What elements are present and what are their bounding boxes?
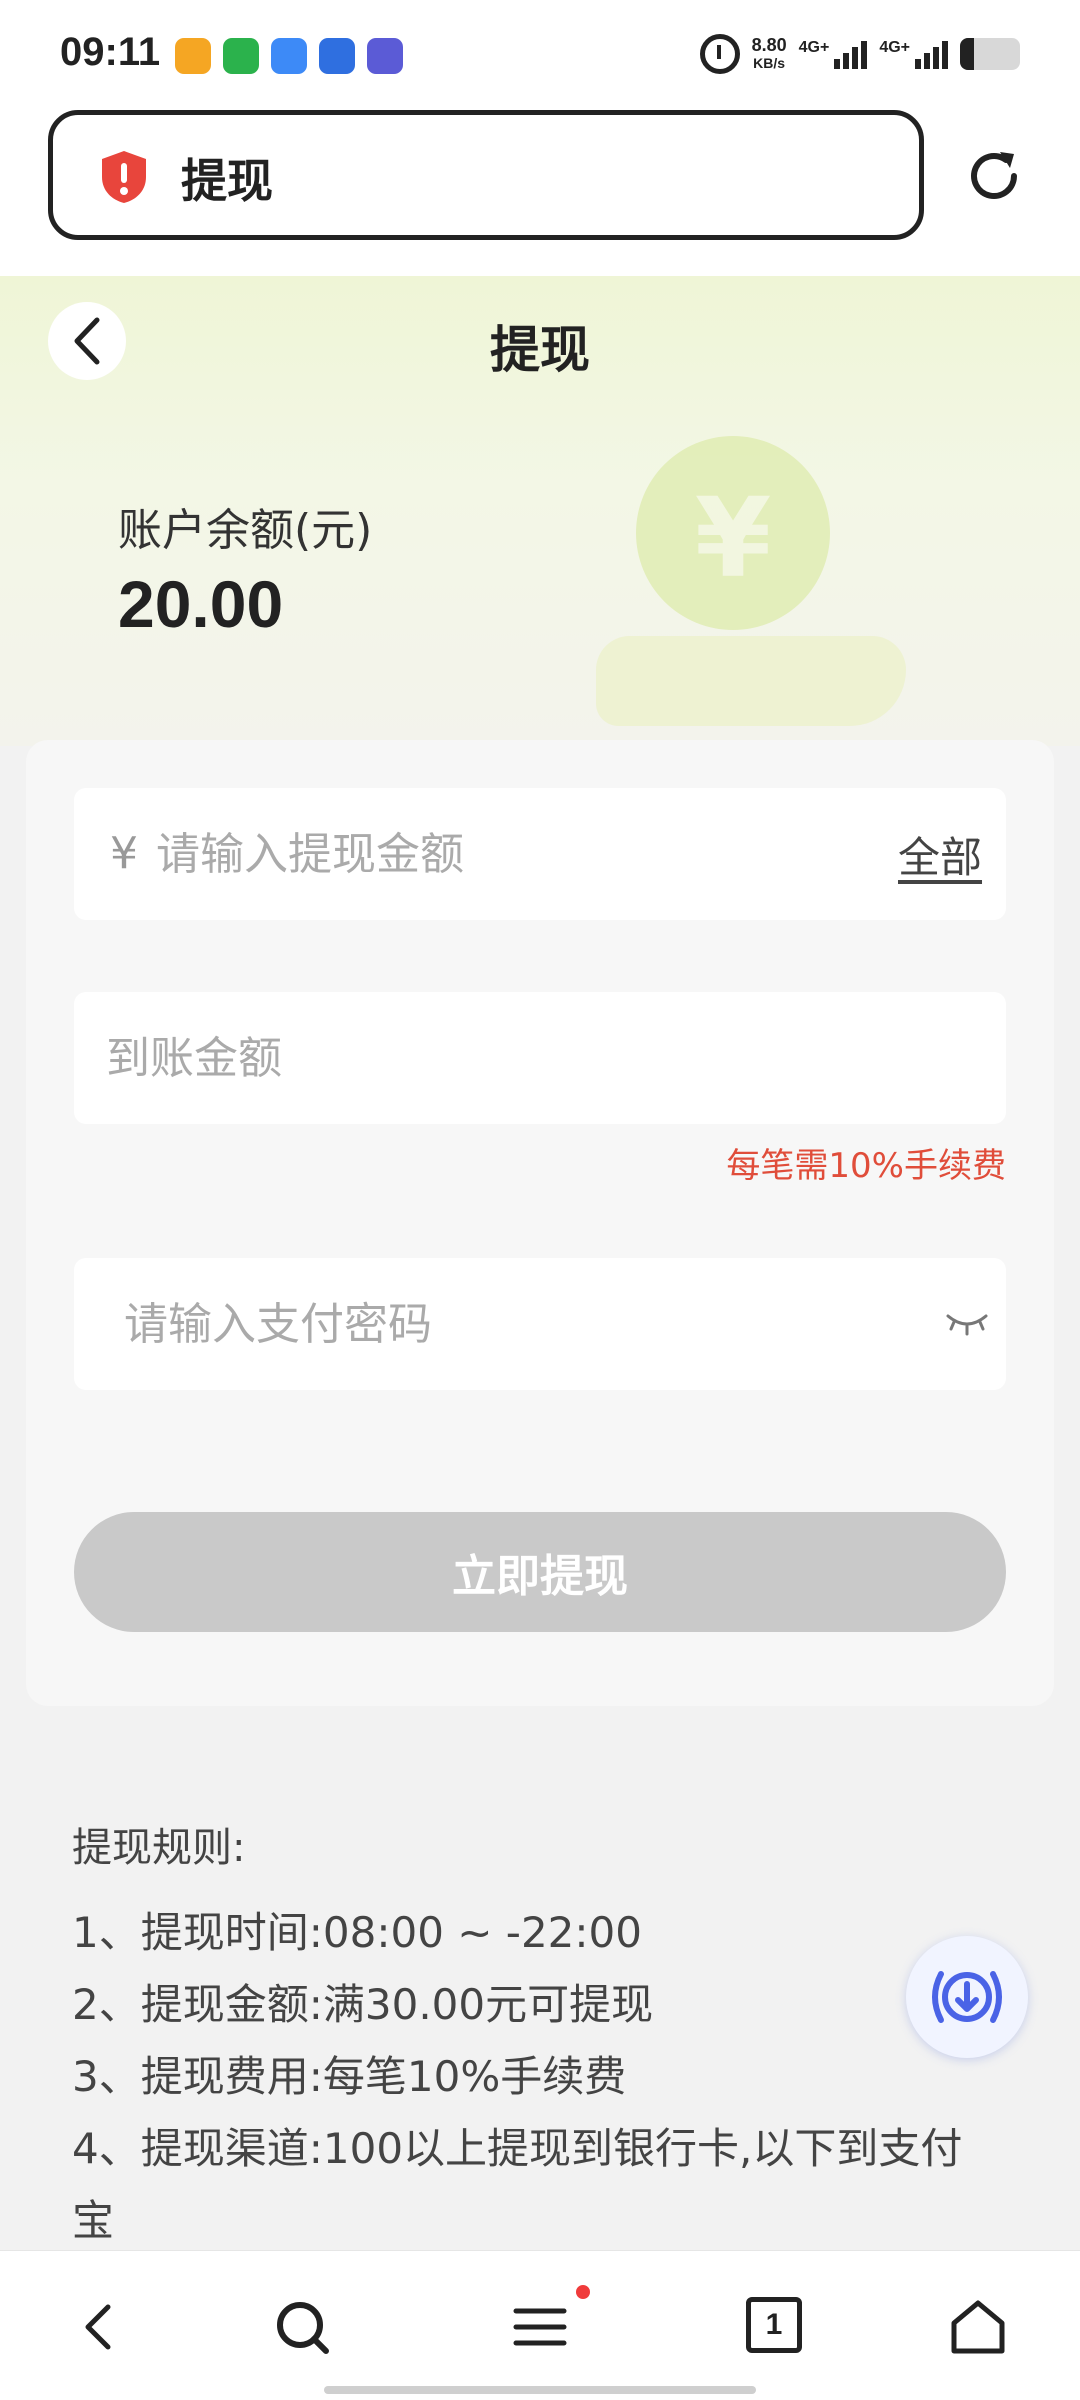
notification-app-icon — [319, 38, 355, 74]
balance-label: 账户余额(元) — [118, 505, 373, 556]
home-icon[interactable] — [948, 2297, 1008, 2357]
received-amount-input[interactable] — [106, 992, 966, 1124]
rule-item: 1、提现时间:08:00 ~ -22:00 — [72, 1908, 642, 1957]
eye-closed-icon[interactable] — [944, 1308, 990, 1338]
fee-note: 每笔需10%手续费 — [726, 1146, 1006, 1186]
currency-symbol: ¥ — [110, 828, 138, 879]
search-icon[interactable] — [272, 2297, 332, 2357]
home-indicator[interactable] — [324, 2386, 756, 2394]
hand-illustration — [596, 636, 906, 726]
browser-toolbar: 提现 — [0, 100, 1080, 276]
notification-app-icon — [271, 38, 307, 74]
rule-item: 4、提现渠道:100以上提现到银行卡,以下到支付宝 — [72, 2124, 963, 2245]
withdraw-submit-button[interactable]: 立即提现 — [74, 1512, 1006, 1632]
rules-title: 提现规则: — [72, 1825, 246, 1871]
reload-icon[interactable] — [962, 144, 1026, 208]
tieba-icon — [367, 38, 403, 74]
password-field — [74, 1258, 1006, 1390]
notification-dot — [576, 2285, 590, 2299]
balance-value: 20.00 — [118, 567, 284, 641]
wechat-icon — [223, 38, 259, 74]
download-icon — [932, 1971, 1002, 2023]
withdraw-all-link[interactable]: 全部 — [898, 824, 982, 885]
amount-field: ¥ 全部 — [74, 788, 1006, 920]
address-bar-title: 提现 — [181, 154, 273, 208]
tabs-button[interactable]: 1 — [746, 2297, 802, 2353]
back-icon[interactable] — [70, 2297, 130, 2357]
menu-icon[interactable] — [510, 2297, 570, 2357]
balance-header: ¥ 提现 账户余额(元) 20.00 — [0, 276, 1080, 746]
rule-item: 2、提现金额:满30.00元可提现 — [72, 1980, 654, 2029]
security-warning-icon — [102, 151, 146, 203]
coin-illustration: ¥ — [636, 436, 830, 630]
status-time: 09:11 — [60, 30, 161, 74]
alarm-icon — [699, 34, 740, 74]
address-bar[interactable]: 提现 — [48, 110, 924, 240]
status-indicators: 8.80 KB/s 4G+ 4G+ — [699, 34, 1020, 74]
signal-icon: 4G+ — [879, 39, 948, 69]
page-title: 提现 — [490, 321, 590, 379]
received-amount-field — [74, 992, 1006, 1124]
tab-count: 1 — [765, 2308, 783, 2341]
battery-icon — [960, 38, 1020, 70]
withdraw-form: ¥ 全部 每笔需10%手续费 立即提现 — [26, 740, 1054, 1706]
rule-item: 3、提现费用:每笔10%手续费 — [72, 2052, 627, 2101]
notification-app-icon — [175, 38, 211, 74]
signal-icon: 4G+ — [799, 39, 868, 69]
status-bar: 09:11 8.80 KB/s 4G+ 4G+ — [0, 0, 1080, 100]
network-speed: 8.80 KB/s — [751, 35, 787, 71]
status-app-icons — [175, 38, 403, 74]
payment-password-input[interactable] — [124, 1258, 904, 1390]
floating-download-button[interactable] — [906, 1936, 1028, 2058]
withdraw-rules: 提现规则: 1、提现时间:08:00 ~ -22:00 2、提现金额:满30.0… — [72, 1815, 972, 2257]
browser-bottom-nav: 1 — [0, 2250, 1080, 2400]
amount-input[interactable] — [156, 788, 856, 920]
